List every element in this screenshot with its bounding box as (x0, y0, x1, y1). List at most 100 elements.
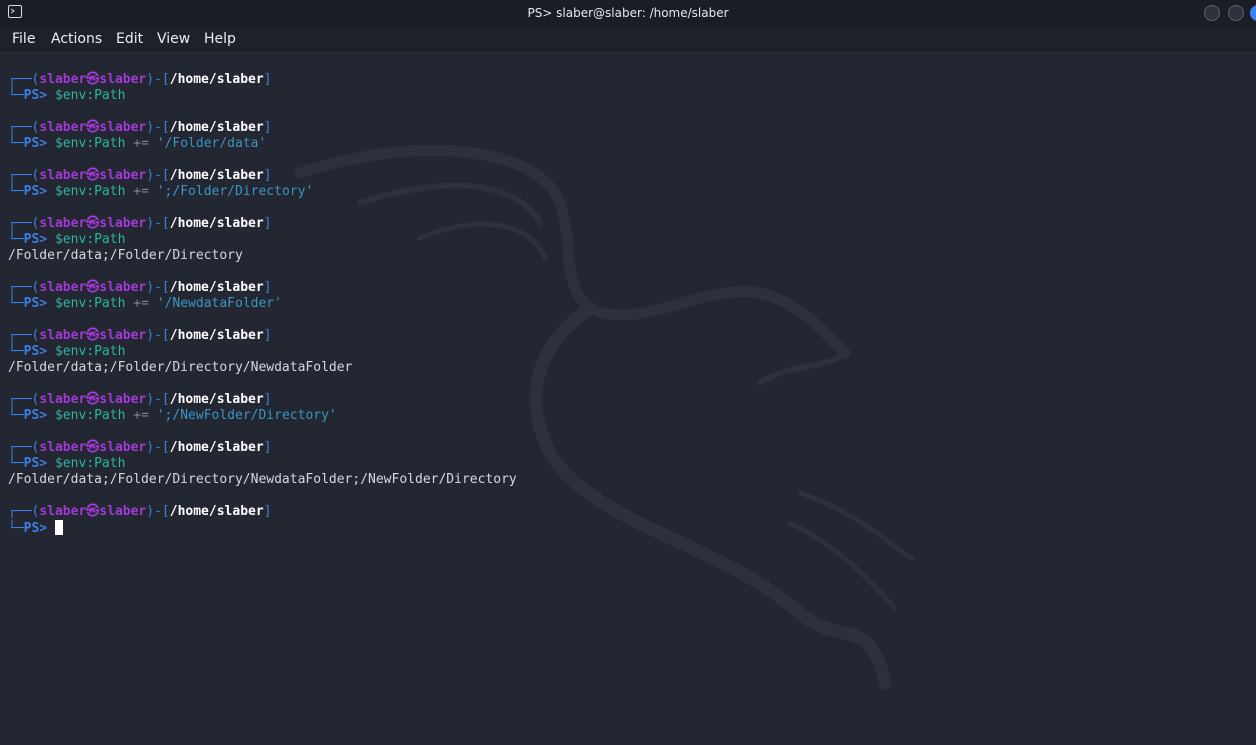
prompt-host: slaber (99, 120, 147, 135)
menu-file[interactable]: File (12, 26, 35, 52)
prompt-ps: PS> (23, 232, 48, 247)
prompt-ps: PS> (23, 408, 48, 423)
prompt-frame-open: ┌──( (8, 216, 40, 231)
prompt-path: /home/slaber (169, 504, 264, 519)
prompt-user: slaber (39, 392, 87, 407)
prompt-frame-close: ] (263, 120, 272, 135)
prompt-corner: └─ (8, 88, 24, 103)
prompt-host: slaber (99, 216, 147, 231)
prompt-frame-close: ] (263, 216, 272, 231)
menu-help[interactable]: Help (204, 26, 236, 52)
prompt-header: ┌──(slaber㉿slaber)-[/home/slaber] (8, 440, 517, 456)
prompt-at-symbol: ㉿ (86, 392, 100, 407)
prompt-host: slaber (99, 392, 147, 407)
prompt-ps: PS> (23, 136, 48, 151)
prompt-frame-mid: )-[ (146, 216, 170, 231)
prompt-frame-open: ┌──( (8, 168, 40, 183)
prompt-frame-mid: )-[ (146, 280, 170, 295)
prompt-frame-open: ┌──( (8, 280, 40, 295)
prompt-frame-mid: )-[ (146, 504, 170, 519)
prompt-host: slaber (99, 168, 147, 183)
menu-actions[interactable]: Actions (51, 26, 102, 52)
prompt-path: /home/slaber (169, 168, 264, 183)
prompt-path: /home/slaber (169, 392, 264, 407)
prompt-frame-mid: )-[ (146, 328, 170, 343)
output-text: /Folder/data;/Folder/Directory/NewdataFo… (8, 472, 517, 487)
menu-view[interactable]: View (157, 26, 190, 52)
prompt-frame-open: ┌──( (8, 328, 40, 343)
command-line: └─PS> $env:Path (8, 456, 517, 472)
command-text: $env:Path (54, 232, 126, 247)
prompt-host: slaber (99, 504, 147, 519)
command-argument: ';/NewFolder/Directory' (156, 408, 337, 423)
text-cursor[interactable] (54, 520, 63, 535)
command-text: $env:Path (54, 408, 126, 423)
prompt-frame-mid: )-[ (146, 168, 170, 183)
prompt-ps: PS> (23, 521, 48, 536)
prompt-header: ┌──(slaber㉿slaber)-[/home/slaber] (8, 328, 517, 344)
prompt-user: slaber (39, 280, 87, 295)
prompt-ps: PS> (23, 184, 48, 199)
prompt-frame-open: ┌──( (8, 120, 40, 135)
prompt-corner: └─ (8, 456, 24, 471)
prompt-user: slaber (39, 216, 87, 231)
command-line: └─PS> $env:Path (8, 88, 517, 104)
command-text: $env:Path (54, 184, 126, 199)
prompt-path: /home/slaber (169, 216, 264, 231)
prompt-frame-mid: )-[ (146, 120, 170, 135)
prompt-header: ┌──(slaber㉿slaber)-[/home/slaber] (8, 72, 517, 88)
prompt-corner: └─ (8, 232, 24, 247)
prompt-path: /home/slaber (169, 440, 264, 455)
prompt-header: ┌──(slaber㉿slaber)-[/home/slaber] (8, 216, 517, 232)
minimize-button[interactable] (1204, 5, 1220, 21)
prompt-frame-mid: )-[ (146, 72, 170, 87)
command-line: └─PS> (8, 520, 517, 536)
title-bar[interactable]: PS> slaber@slaber: /home/slaber (0, 0, 1256, 26)
prompt-frame-close: ] (263, 504, 272, 519)
prompt-at-symbol: ㉿ (86, 328, 100, 343)
prompt-at-symbol: ㉿ (86, 216, 100, 231)
prompt-user: slaber (39, 504, 87, 519)
command-line: └─PS> $env:Path += '/Folder/data' (8, 136, 517, 152)
prompt-host: slaber (99, 72, 147, 87)
prompt-header: ┌──(slaber㉿slaber)-[/home/slaber] (8, 392, 517, 408)
prompt-at-symbol: ㉿ (86, 280, 100, 295)
prompt-header: ┌──(slaber㉿slaber)-[/home/slaber] (8, 168, 517, 184)
prompt-corner: └─ (8, 408, 24, 423)
command-output: /Folder/data;/Folder/Directory/NewdataFo… (8, 360, 517, 376)
command-operator: += (133, 408, 149, 423)
prompt-host: slaber (99, 328, 147, 343)
terminal-output: ┌──(slaber㉿slaber)-[/home/slaber] └─PS> $… (8, 72, 517, 536)
command-text: $env:Path (54, 136, 126, 151)
prompt-path: /home/slaber (169, 120, 264, 135)
prompt-frame-open: ┌──( (8, 440, 40, 455)
menu-bar: File Actions Edit View Help (0, 26, 1256, 53)
prompt-header: ┌──(slaber㉿slaber)-[/home/slaber] (8, 120, 517, 136)
prompt-frame-open: ┌──( (8, 72, 40, 87)
command-argument: '/NewdataFolder' (156, 296, 282, 311)
terminal-window: PS> slaber@slaber: /home/slaber File Act… (0, 0, 1256, 745)
prompt-path: /home/slaber (169, 280, 264, 295)
menu-edit[interactable]: Edit (116, 26, 143, 52)
prompt-frame-close: ] (263, 328, 272, 343)
prompt-corner: └─ (8, 521, 24, 536)
prompt-at-symbol: ㉿ (86, 120, 100, 135)
terminal-area[interactable]: ┌──(slaber㉿slaber)-[/home/slaber] └─PS> $… (0, 53, 1256, 745)
prompt-corner: └─ (8, 136, 24, 151)
prompt-ps: PS> (23, 88, 48, 103)
prompt-header: ┌──(slaber㉿slaber)-[/home/slaber] (8, 280, 517, 296)
command-output: /Folder/data;/Folder/Directory/NewdataFo… (8, 472, 517, 488)
maximize-button[interactable] (1228, 5, 1244, 21)
prompt-at-symbol: ㉿ (86, 72, 100, 87)
command-output: /Folder/data;/Folder/Directory (8, 248, 517, 264)
command-text: $env:Path (54, 456, 126, 471)
prompt-frame-close: ] (263, 72, 272, 87)
output-text: /Folder/data;/Folder/Directory/NewdataFo… (8, 360, 353, 375)
prompt-user: slaber (39, 120, 87, 135)
